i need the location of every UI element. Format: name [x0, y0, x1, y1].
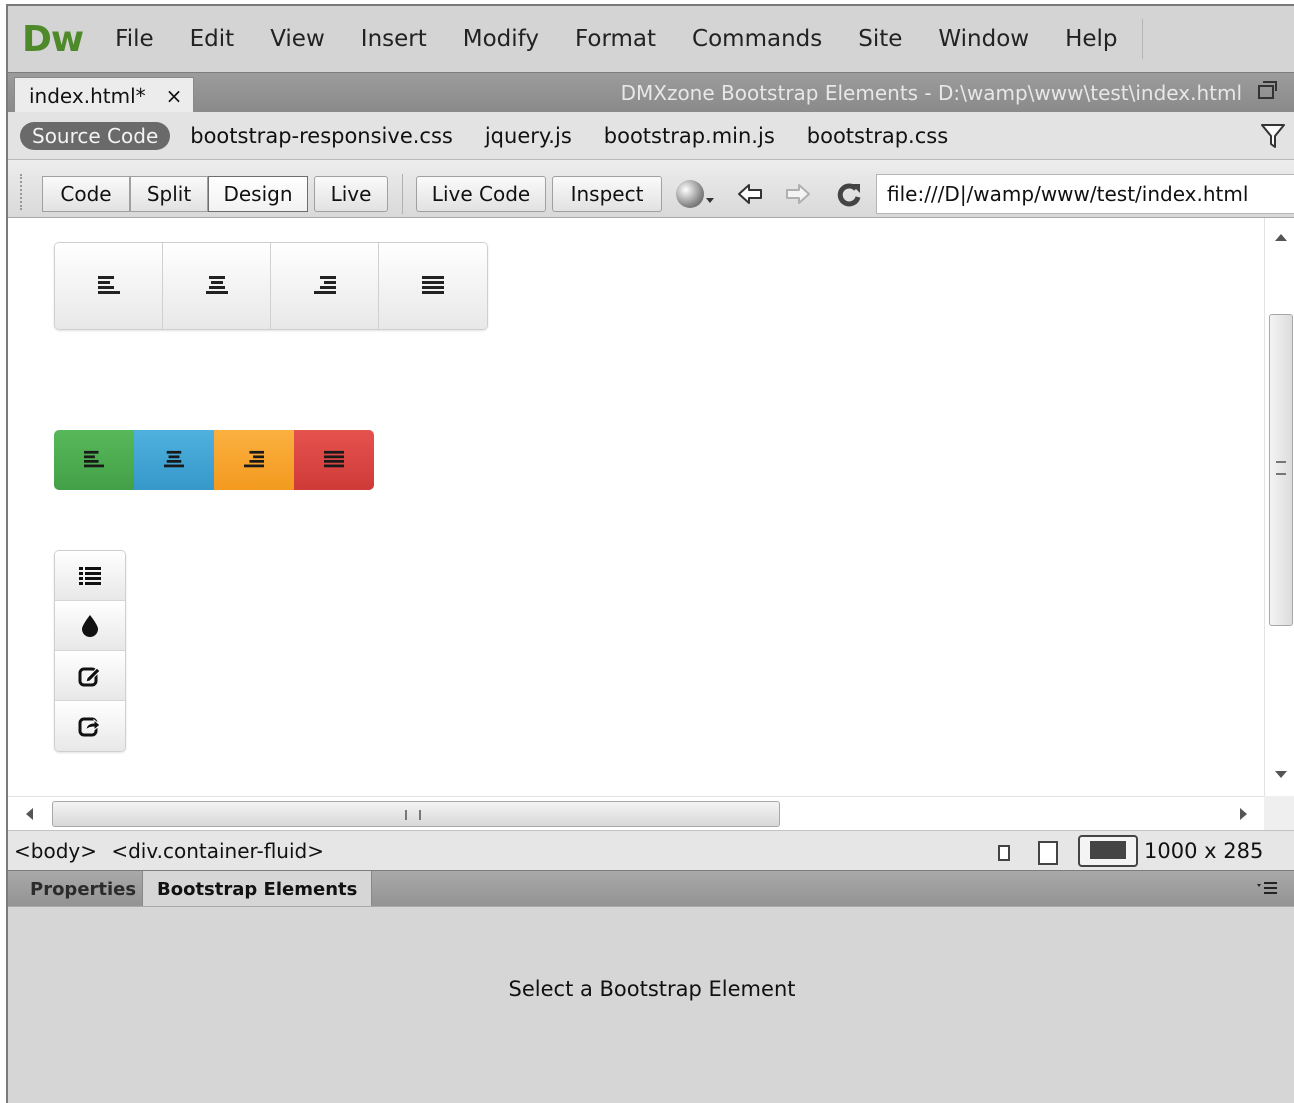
- scroll-right-arrow-icon[interactable]: [1240, 808, 1247, 820]
- chevron-down-icon[interactable]: [706, 198, 714, 203]
- refresh-icon[interactable]: [834, 180, 864, 210]
- menu-insert[interactable]: Insert: [343, 6, 445, 72]
- list-icon: [79, 566, 101, 585]
- menu-view[interactable]: View: [252, 6, 343, 72]
- tag-selector: <body> <div.container-fluid>: [14, 839, 324, 863]
- related-file-bootstrap-min[interactable]: bootstrap.min.js: [588, 124, 791, 148]
- align-left-button[interactable]: [55, 243, 163, 329]
- scroll-left-arrow-icon[interactable]: [26, 808, 33, 820]
- menu-commands[interactable]: Commands: [674, 6, 840, 72]
- button-group-colored: [54, 430, 374, 490]
- scroll-down-arrow-icon[interactable]: [1275, 771, 1287, 778]
- tab-properties[interactable]: Properties: [16, 871, 150, 907]
- edit-icon: [78, 666, 101, 686]
- address-field[interactable]: file:///D|/wamp/www/test/index.html: [876, 174, 1294, 214]
- tablet-size-icon[interactable]: [1038, 841, 1058, 865]
- align-justify-button[interactable]: [379, 243, 487, 329]
- browser-preview-icon[interactable]: [676, 180, 704, 208]
- dreamweaver-logo: Dw: [22, 18, 84, 60]
- tint-icon: [82, 614, 98, 637]
- related-file-jquery[interactable]: jquery.js: [469, 124, 588, 148]
- filter-icon[interactable]: [1260, 122, 1286, 150]
- align-left-icon: [97, 276, 120, 294]
- related-file-bootstrap-css[interactable]: bootstrap.css: [791, 124, 964, 148]
- tag-div-container-fluid[interactable]: <div.container-fluid>: [111, 839, 324, 863]
- panel-empty-message: Select a Bootstrap Element: [508, 977, 796, 1001]
- align-right-button[interactable]: [271, 243, 379, 329]
- forward-arrow-icon[interactable]: [784, 180, 812, 208]
- mobile-size-icon[interactable]: [998, 845, 1010, 861]
- edit-button[interactable]: [55, 651, 125, 701]
- button-group-default: [54, 242, 488, 330]
- window-size-readout[interactable]: 1000 x 285: [1144, 839, 1263, 863]
- align-right-warning-button[interactable]: [214, 430, 294, 490]
- align-left-icon: [84, 450, 104, 468]
- menu-file[interactable]: File: [97, 6, 172, 72]
- menu-site[interactable]: Site: [840, 6, 920, 72]
- tag-body[interactable]: <body>: [14, 839, 97, 863]
- monitor-icon: [1090, 841, 1126, 859]
- tint-button[interactable]: [55, 601, 125, 651]
- back-arrow-icon[interactable]: [736, 180, 764, 208]
- menu-format[interactable]: Format: [557, 6, 674, 72]
- align-center-icon: [205, 276, 228, 294]
- source-code-button[interactable]: Source Code: [20, 121, 171, 150]
- code-view-button[interactable]: Code: [42, 176, 130, 212]
- align-left-success-button[interactable]: [54, 430, 134, 490]
- panel-options-icon[interactable]: [1256, 879, 1278, 897]
- align-center-icon: [164, 450, 184, 468]
- toolbar-separator: [402, 174, 403, 214]
- button-group-vertical: [54, 550, 126, 752]
- split-view-button[interactable]: Split: [130, 176, 208, 212]
- properties-panel: Select a Bootstrap Element: [8, 906, 1294, 1103]
- horizontal-scrollbar[interactable]: [8, 796, 1264, 830]
- live-view-button[interactable]: Live: [314, 176, 388, 212]
- share-button[interactable]: [55, 701, 125, 751]
- tab-bootstrap-elements[interactable]: Bootstrap Elements: [142, 871, 373, 907]
- window-title: DMXzone Bootstrap Elements - D:\wamp\www…: [620, 81, 1242, 105]
- menu-edit[interactable]: Edit: [172, 6, 253, 72]
- scroll-up-arrow-icon[interactable]: [1275, 234, 1287, 241]
- close-icon[interactable]: ×: [166, 84, 183, 108]
- menu-window[interactable]: Window: [920, 6, 1047, 72]
- menu-modify[interactable]: Modify: [445, 6, 557, 72]
- align-justify-danger-button[interactable]: [294, 430, 374, 490]
- menu-bar: Dw File Edit View Insert Modify Format C…: [8, 6, 1294, 72]
- align-justify-icon: [422, 276, 444, 294]
- share-icon: [78, 717, 101, 737]
- document-tab-bar: index.html* × DMXzone Bootstrap Elements…: [8, 72, 1294, 113]
- dreamweaver-window: Dw File Edit View Insert Modify Format C…: [6, 4, 1294, 1103]
- design-view-button[interactable]: Design: [208, 176, 308, 212]
- horizontal-scroll-thumb[interactable]: [52, 801, 780, 827]
- menu-separator: [1141, 19, 1143, 59]
- design-canvas[interactable]: [8, 218, 1264, 796]
- panel-tab-bar: Properties Bootstrap Elements: [8, 870, 1294, 907]
- related-files-bar: Source Code bootstrap-responsive.css jqu…: [8, 112, 1294, 160]
- document-tab-label: index.html*: [29, 83, 146, 108]
- related-file-bootstrap-responsive[interactable]: bootstrap-responsive.css: [174, 124, 469, 148]
- align-center-info-button[interactable]: [134, 430, 214, 490]
- align-justify-icon: [324, 450, 344, 468]
- align-center-button[interactable]: [163, 243, 271, 329]
- status-bar: <body> <div.container-fluid> 1000 x 285: [8, 830, 1294, 870]
- list-button[interactable]: [55, 551, 125, 601]
- restore-window-icon[interactable]: [1258, 81, 1277, 99]
- live-code-button[interactable]: Live Code: [416, 176, 546, 212]
- scrollbar-corner: [1264, 796, 1294, 830]
- align-right-icon: [244, 450, 264, 468]
- align-right-icon: [313, 276, 336, 294]
- vertical-scroll-thumb[interactable]: [1269, 314, 1293, 626]
- desktop-size-icon[interactable]: [1078, 835, 1138, 867]
- vertical-scrollbar[interactable]: [1264, 218, 1294, 796]
- document-toolbar: Code Split Design Live Live Code Inspect…: [8, 160, 1294, 218]
- inspect-button[interactable]: Inspect: [552, 176, 662, 212]
- toolbar-grip: [20, 174, 24, 210]
- menu-help[interactable]: Help: [1047, 6, 1135, 72]
- document-tab[interactable]: index.html* ×: [14, 77, 194, 113]
